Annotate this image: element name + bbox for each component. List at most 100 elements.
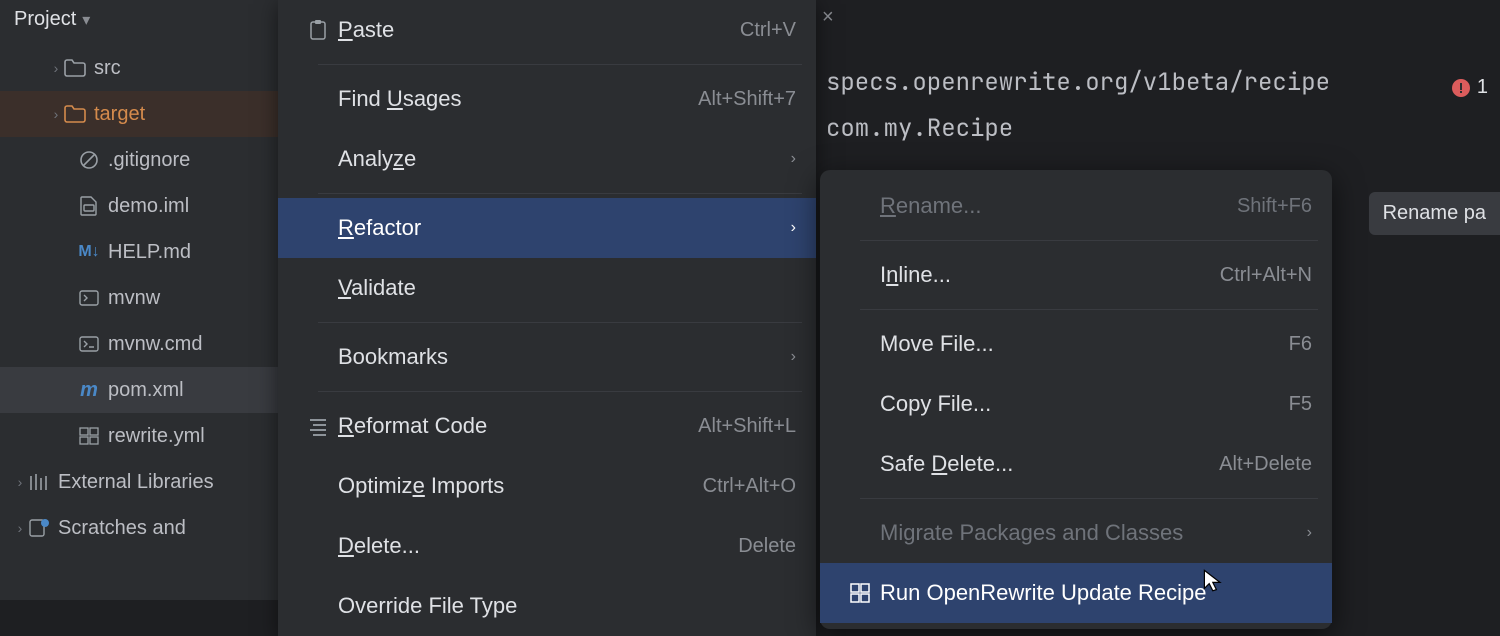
context-menu-separator — [318, 193, 802, 194]
refactor-menu-item-migrate-packages-and-classes: Migrate Packages and Classes › — [820, 503, 1332, 563]
context-menu-item-analyze[interactable]: Analyze › — [278, 129, 816, 189]
file-icon — [78, 195, 100, 217]
chevron-right-icon: › — [12, 474, 28, 490]
tree-label: .gitignore — [108, 149, 190, 172]
tree-item-demo-iml[interactable]: demo.iml — [0, 183, 278, 229]
tree-item-mvnw[interactable]: mvnw — [0, 275, 278, 321]
tree-item-help-md[interactable]: M↓ HELP.md — [0, 229, 278, 275]
tree-label: rewrite.yml — [108, 425, 205, 448]
menu-shortcut: Ctrl+V — [740, 19, 796, 42]
chevron-right-icon: › — [48, 60, 64, 76]
menu-item-label: Run OpenRewrite Update Recipe — [880, 580, 1312, 606]
tree-label: External Libraries — [58, 471, 214, 494]
refactor-menu-item-safe-delete[interactable]: Safe Delete...Alt+Delete — [820, 434, 1332, 494]
refactor-menu-item-rename: Rename...Shift+F6 — [820, 176, 1332, 236]
chevron-right-icon: › — [791, 219, 796, 237]
refactor-menu-separator — [860, 498, 1318, 499]
scratches-icon — [28, 517, 50, 539]
menu-item-label: Analyze — [338, 146, 781, 172]
chevron-right-icon: › — [12, 520, 28, 536]
markdown-icon: M↓ — [78, 241, 100, 263]
tree-label: demo.iml — [108, 195, 189, 218]
context-menu-item-override-file-type[interactable]: Override File Type — [278, 576, 816, 636]
context-menu-item-bookmarks[interactable]: Bookmarks › — [278, 327, 816, 387]
menu-shortcut: Shift+F6 — [1237, 195, 1312, 218]
rewrite-icon — [840, 582, 880, 604]
folder-icon — [64, 103, 86, 125]
menu-item-label: Inline... — [880, 262, 1220, 288]
context-menu-separator — [318, 64, 802, 65]
maven-icon: m — [78, 379, 100, 401]
menu-item-label: Move File... — [880, 331, 1289, 357]
project-header-label: Project — [14, 8, 76, 31]
menu-item-label: Delete... — [338, 533, 738, 559]
error-indicator[interactable]: 1 — [1451, 76, 1488, 99]
context-menu-item-paste[interactable]: PasteCtrl+V — [278, 0, 816, 60]
menu-item-label: Refactor — [338, 215, 781, 241]
menu-shortcut: Alt+Delete — [1219, 453, 1312, 476]
editor-line[interactable]: specs.openrewrite.org/v1beta/recipe — [816, 60, 1500, 106]
menu-shortcut: F6 — [1289, 333, 1312, 356]
project-tree: › src › target .gitignore demo.iml M↓ HE… — [0, 39, 278, 551]
tree-label: pom.xml — [108, 379, 184, 402]
menu-shortcut: Alt+Shift+7 — [698, 88, 796, 111]
project-tool-header[interactable]: Project ▾ — [0, 0, 278, 39]
menu-item-label: Rename... — [880, 193, 1237, 219]
reformat-icon — [298, 415, 338, 437]
menu-item-label: Reformat Code — [338, 413, 698, 439]
chevron-right-icon: › — [791, 348, 796, 366]
tree-item-gitignore[interactable]: .gitignore — [0, 137, 278, 183]
menu-item-label: Override File Type — [338, 593, 796, 619]
chevron-right-icon: › — [1307, 524, 1312, 542]
menu-item-label: Find Usages — [338, 86, 698, 112]
context-menu-item-optimize-imports[interactable]: Optimize ImportsCtrl+Alt+O — [278, 456, 816, 516]
close-icon[interactable]: × — [822, 6, 834, 29]
editor-line[interactable]: com.my.Recipe — [816, 106, 1500, 152]
tree-label: Scratches and — [58, 517, 186, 540]
context-menu-item-delete[interactable]: Delete...Delete — [278, 516, 816, 576]
chevron-right-icon: › — [791, 150, 796, 168]
context-menu-separator — [318, 322, 802, 323]
terminal-icon — [78, 333, 100, 355]
refactor-menu-separator — [860, 240, 1318, 241]
context-menu: PasteCtrl+VFind UsagesAlt+Shift+7Analyze… — [278, 0, 816, 636]
tree-item-mvnw-cmd[interactable]: mvnw.cmd — [0, 321, 278, 367]
tree-label: mvnw.cmd — [108, 333, 202, 356]
menu-item-label: Migrate Packages and Classes — [880, 520, 1297, 546]
menu-shortcut: Delete — [738, 535, 796, 558]
context-menu-item-reformat-code[interactable]: Reformat CodeAlt+Shift+L — [278, 396, 816, 456]
context-menu-item-refactor[interactable]: Refactor › — [278, 198, 816, 258]
paste-icon — [298, 19, 338, 41]
terminal-icon — [78, 287, 100, 309]
chevron-down-icon: ▾ — [82, 10, 90, 30]
refactor-menu-item-copy-file[interactable]: Copy File...F5 — [820, 374, 1332, 434]
menu-shortcut: Ctrl+Alt+O — [703, 475, 796, 498]
context-menu-item-find-usages[interactable]: Find UsagesAlt+Shift+7 — [278, 69, 816, 129]
tree-item-rewrite-yml[interactable]: rewrite.yml — [0, 413, 278, 459]
tree-item-src[interactable]: › src — [0, 45, 278, 91]
tooltip: Rename pa — [1369, 192, 1500, 235]
menu-shortcut: Alt+Shift+L — [698, 415, 796, 438]
context-menu-item-validate[interactable]: Validate — [278, 258, 816, 318]
refactor-menu-item-run-openrewrite-update-recipe[interactable]: Run OpenRewrite Update Recipe — [820, 563, 1332, 623]
tree-label: mvnw — [108, 287, 160, 310]
menu-item-label: Safe Delete... — [880, 451, 1219, 477]
menu-item-label: Bookmarks — [338, 344, 781, 370]
tree-item-target[interactable]: › target — [0, 91, 278, 137]
project-sidebar: Project ▾ › src › target .gitignore demo… — [0, 0, 278, 600]
menu-item-label: Optimize Imports — [338, 473, 703, 499]
error-count: 1 — [1477, 76, 1488, 99]
mouse-cursor-icon — [1202, 568, 1226, 592]
chevron-right-icon: › — [48, 106, 64, 122]
context-menu-separator — [318, 391, 802, 392]
tree-item-pom-xml[interactable]: m pom.xml — [0, 367, 278, 413]
menu-shortcut: Ctrl+Alt+N — [1220, 264, 1312, 287]
menu-item-label: Validate — [338, 275, 796, 301]
tree-item-external-libraries[interactable]: › External Libraries — [0, 459, 278, 505]
tree-item-scratches[interactable]: › Scratches and — [0, 505, 278, 551]
refactor-menu-item-inline[interactable]: Inline...Ctrl+Alt+N — [820, 245, 1332, 305]
refactor-menu-item-move-file[interactable]: Move File...F6 — [820, 314, 1332, 374]
editor-tabs: × — [816, 0, 1500, 60]
library-icon — [28, 471, 50, 493]
menu-shortcut: F5 — [1289, 393, 1312, 416]
